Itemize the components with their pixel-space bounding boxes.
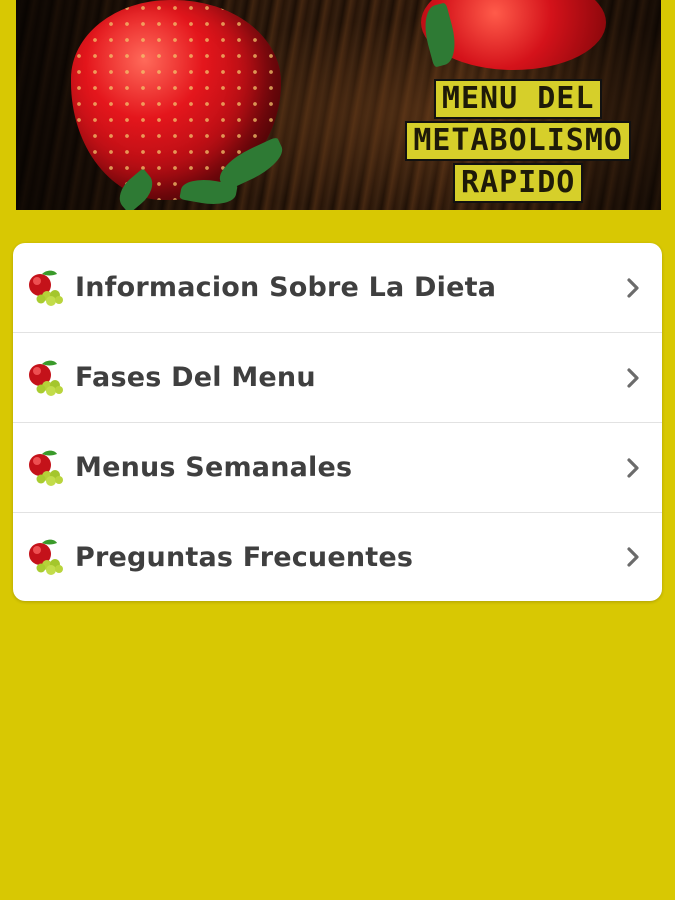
menu-item-label: Menus Semanales — [75, 452, 353, 483]
chevron-right-icon — [627, 457, 639, 478]
fruit-icon — [25, 537, 65, 577]
menu-item-label: Preguntas Frecuentes — [75, 541, 414, 573]
fruit-icon — [25, 268, 65, 308]
chevron-right-icon — [627, 277, 639, 298]
fruit-icon — [25, 358, 65, 398]
menu-item-menus-semanales[interactable]: Menus Semanales — [13, 423, 662, 513]
chevron-right-icon — [627, 547, 639, 567]
menu-item-fases[interactable]: Fases Del Menu — [13, 333, 662, 423]
main-menu-list: Informacion Sobre La Dieta Fases Del Men… — [13, 243, 662, 601]
menu-item-preguntas[interactable]: Preguntas Frecuentes — [13, 513, 662, 601]
menu-item-label: Informacion Sobre La Dieta — [75, 272, 497, 303]
menu-item-informacion[interactable]: Informacion Sobre La Dieta — [13, 243, 662, 333]
chevron-right-icon — [627, 367, 639, 388]
header-banner: MENU DEL METABOLISMO RAPIDO — [16, 0, 661, 210]
banner-title-line-2: METABOLISMO — [405, 121, 631, 161]
banner-title-line-3: RAPIDO — [452, 163, 584, 203]
menu-item-label: Fases Del Menu — [75, 362, 316, 393]
banner-title-line-1: MENU DEL — [433, 79, 603, 119]
banner-title: MENU DEL METABOLISMO RAPIDO — [405, 78, 631, 204]
fruit-icon — [25, 448, 65, 488]
